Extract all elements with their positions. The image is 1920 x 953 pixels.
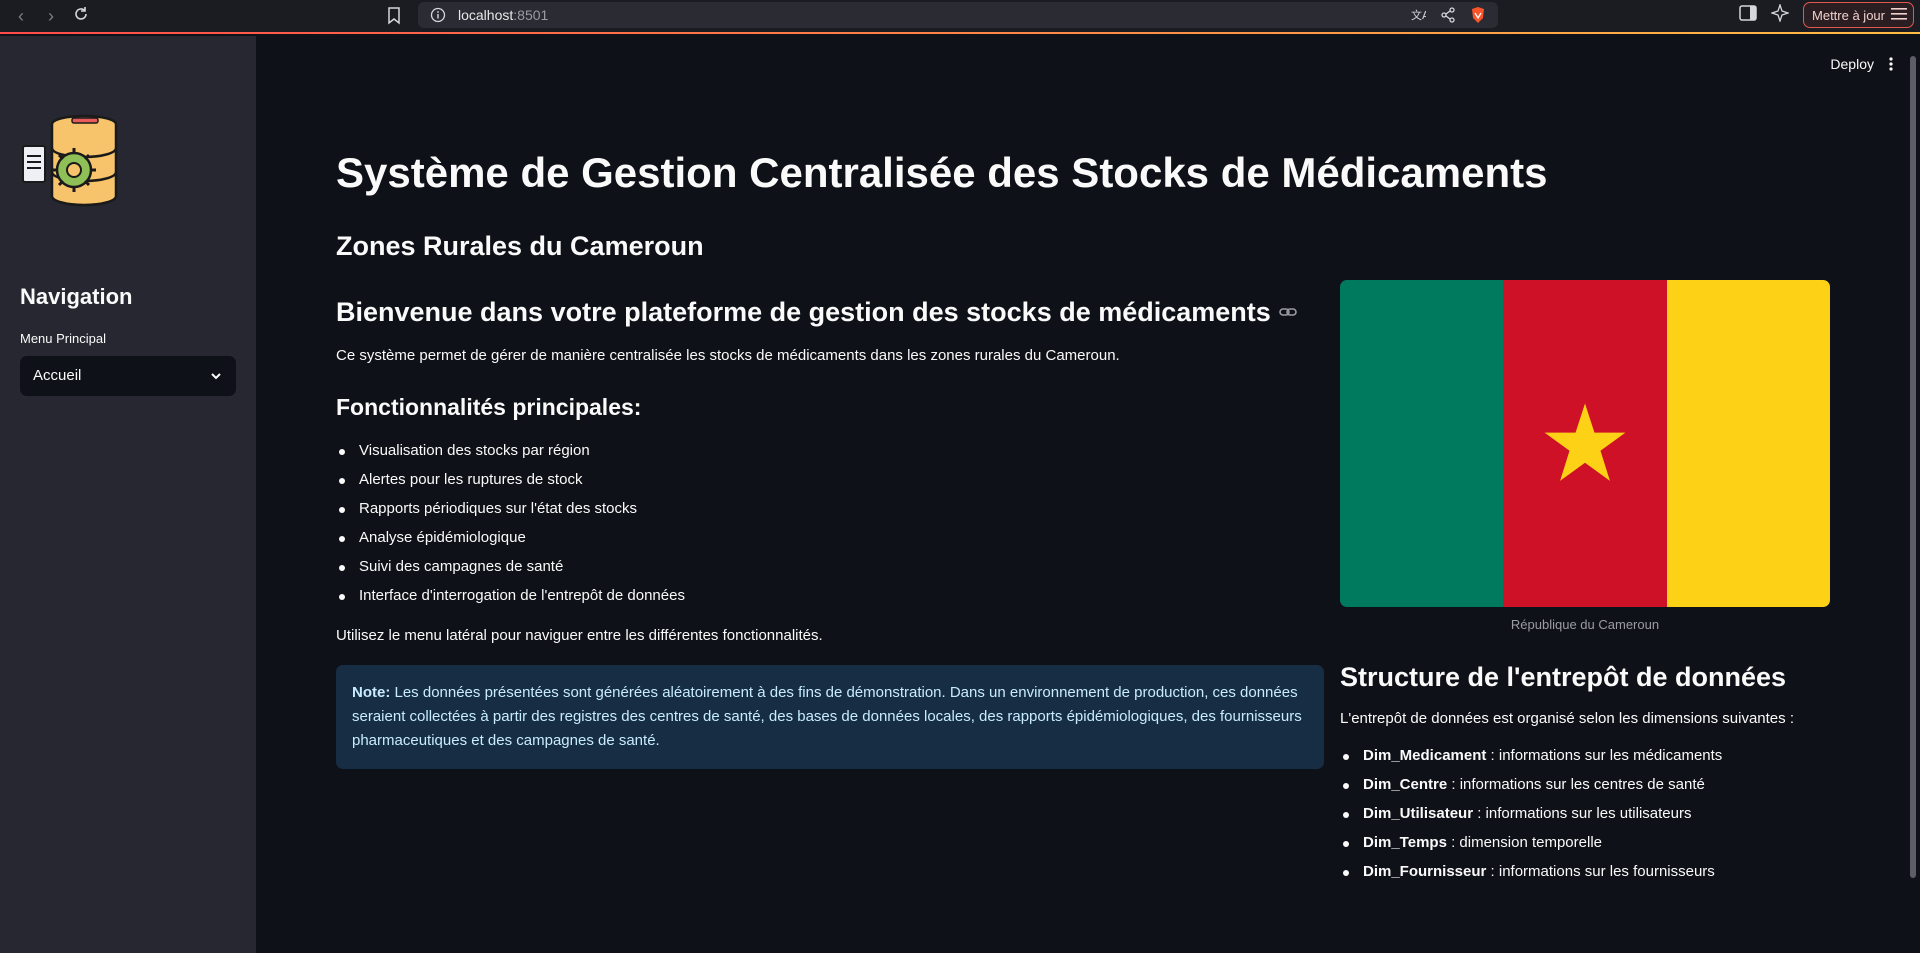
list-item: Interface d'interrogation de l'entrepôt …	[336, 587, 1324, 616]
url-host: localhost	[458, 7, 514, 23]
flag-caption: République du Cameroun	[1510, 617, 1660, 632]
more-options-icon[interactable]	[1888, 56, 1894, 72]
translate-icon[interactable]: 文A	[1410, 7, 1430, 28]
intro-text: Ce système permet de gérer de manière ce…	[336, 347, 1120, 364]
svg-text:文A: 文A	[1411, 8, 1426, 22]
page-title: Système de Gestion Centralisée des Stock…	[336, 149, 1548, 196]
flag-star	[1544, 403, 1626, 481]
sidebar: Navigation Menu Principal Accueil	[0, 36, 256, 953]
leo-ai-icon[interactable]	[1769, 2, 1791, 27]
site-info-icon[interactable]	[430, 7, 446, 23]
main-content: Deploy Système de Gestion Centralisée de…	[256, 36, 1920, 953]
hamburger-menu-icon	[1891, 7, 1907, 24]
scrollbar[interactable]	[1910, 56, 1916, 878]
flag-band-yellow	[1666, 280, 1830, 607]
bookmark-icon[interactable]	[387, 5, 407, 27]
menu-select-label: Menu Principal	[20, 331, 106, 346]
data-warehouse-section: République du Cameroun Structure de l'en…	[1340, 280, 1830, 892]
data-warehouse-intro: L'entrepôt de données est organisé selon…	[1340, 710, 1794, 727]
forward-icon[interactable]: ›	[40, 5, 62, 27]
share-icon[interactable]	[1440, 7, 1456, 28]
back-icon[interactable]: ‹	[10, 5, 32, 27]
welcome-heading: Bienvenue dans votre plateforme de gesti…	[336, 290, 1324, 334]
flag-band-green	[1340, 280, 1504, 607]
list-item: Rapports périodiques sur l'état des stoc…	[336, 500, 1324, 529]
reload-icon[interactable]	[70, 5, 92, 27]
update-button[interactable]: Mettre à jour	[1803, 2, 1914, 28]
menu-select[interactable]: Accueil	[20, 356, 236, 396]
page-subtitle: Zones Rurales du Cameroun	[336, 231, 704, 261]
list-item: Dim_Utilisateur : informations sur les u…	[1340, 805, 1830, 834]
dimensions-list: Dim_Medicament : informations sur les mé…	[1340, 747, 1830, 892]
list-item: Dim_Centre : informations sur les centre…	[1340, 776, 1830, 805]
update-label: Mettre à jour	[1812, 7, 1885, 23]
note-text: Les données présentées sont générées alé…	[352, 684, 1302, 749]
list-item: Dim_Fournisseur : informations sur les f…	[1340, 863, 1830, 892]
brave-shield-icon[interactable]	[1470, 6, 1486, 29]
list-item: Visualisation des stocks par région	[336, 442, 1324, 471]
url-port: :8501	[513, 7, 549, 23]
list-item: Alertes pour les ruptures de stock	[336, 471, 1324, 500]
features-title: Fonctionnalités principales:	[336, 394, 642, 420]
info-note: Note: Les données présentées sont généré…	[336, 665, 1324, 769]
welcome-heading-text: Bienvenue dans votre plateforme de gesti…	[336, 296, 1271, 327]
url-text: localhost:8501	[458, 7, 548, 23]
features-list: Visualisation des stocks par région Aler…	[336, 442, 1324, 616]
chevron-down-icon	[211, 373, 221, 380]
database-logo-icon	[20, 112, 120, 212]
cameroon-flag-image	[1340, 280, 1830, 607]
data-warehouse-title: Structure de l'entrepôt de données	[1340, 662, 1786, 692]
sidebar-nav-title: Navigation	[20, 284, 133, 309]
star-icon	[1544, 403, 1626, 481]
streamlit-accent-line	[0, 32, 1920, 34]
note-label: Note:	[352, 684, 391, 701]
menu-select-value: Accueil	[33, 367, 82, 384]
list-item: Suivi des campagnes de santé	[336, 558, 1324, 587]
browser-toolbar: ‹ › localhost:8501 文A Mettre à jour	[0, 0, 1920, 34]
sidebar-toggle-icon[interactable]	[1739, 4, 1757, 26]
nav-hint-text: Utilisez le menu latéral pour naviguer e…	[336, 627, 823, 644]
list-item: Dim_Temps : dimension temporelle	[1340, 834, 1830, 863]
anchor-link-icon[interactable]	[1278, 303, 1297, 321]
address-bar[interactable]: localhost:8501 文A	[418, 2, 1498, 28]
list-item: Analyse épidémiologique	[336, 529, 1324, 558]
deploy-button[interactable]: Deploy	[1830, 56, 1874, 72]
welcome-section: Bienvenue dans votre plateforme de gesti…	[336, 290, 1324, 769]
list-item: Dim_Medicament : informations sur les mé…	[1340, 747, 1830, 776]
